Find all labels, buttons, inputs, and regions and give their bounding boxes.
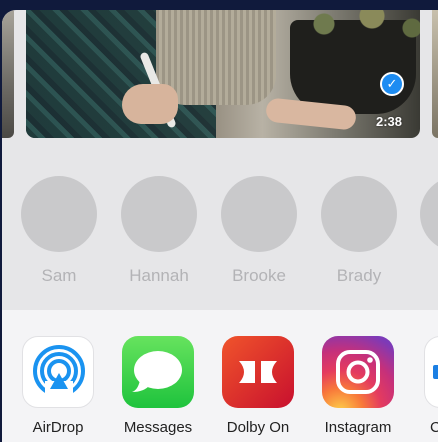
app-label: Dolby On [226, 419, 290, 436]
partial-app-label: C [430, 419, 438, 436]
avatar [121, 176, 197, 252]
airdrop-icon [22, 336, 94, 408]
plant-detail [276, 10, 420, 40]
app-messages[interactable]: Messages [116, 336, 200, 436]
person-brooke[interactable]: Brooke [219, 176, 299, 286]
app-label: Instagram [324, 419, 392, 436]
partial-app-icon[interactable] [424, 336, 438, 408]
share-apps-row: AirDrop Messages Dolby On Instagram C [2, 310, 438, 442]
app-airdrop[interactable]: AirDrop [16, 336, 100, 436]
person-name: Brady [336, 266, 382, 285]
person-name: Sam [41, 266, 77, 285]
app-instagram[interactable]: Instagram [316, 336, 400, 436]
person-name: Hannah [129, 266, 189, 285]
messages-icon [122, 336, 194, 408]
avatar [221, 176, 297, 252]
share-sheet: ✓ 2:38 Sam Hannah Brooke Brady AirDrop M… [2, 10, 438, 442]
people-suggestions-row: Sam Hannah Brooke Brady [2, 156, 438, 306]
dolby-on-icon [222, 336, 294, 408]
media-preview-strip[interactable]: ✓ 2:38 [2, 10, 438, 150]
avatar [321, 176, 397, 252]
person-hannah[interactable]: Hannah [119, 176, 199, 286]
avatar [21, 176, 97, 252]
app-label: Messages [123, 419, 193, 436]
hand-detail [122, 84, 178, 124]
person-name: Brooke [232, 266, 286, 285]
selected-video-thumbnail[interactable]: ✓ 2:38 [26, 10, 420, 138]
video-duration: 2:38 [376, 114, 403, 129]
app-dolby-on[interactable]: Dolby On [216, 336, 300, 436]
selected-checkmark-icon[interactable]: ✓ [380, 72, 404, 96]
person-partial-avatar[interactable] [420, 176, 438, 252]
app-label: AirDrop [32, 419, 84, 436]
person-brady[interactable]: Brady [319, 176, 399, 286]
person-sam[interactable]: Sam [19, 176, 99, 286]
instagram-icon [322, 336, 394, 408]
next-media-thumbnail[interactable] [432, 10, 438, 138]
previous-media-thumbnail[interactable] [2, 10, 14, 138]
